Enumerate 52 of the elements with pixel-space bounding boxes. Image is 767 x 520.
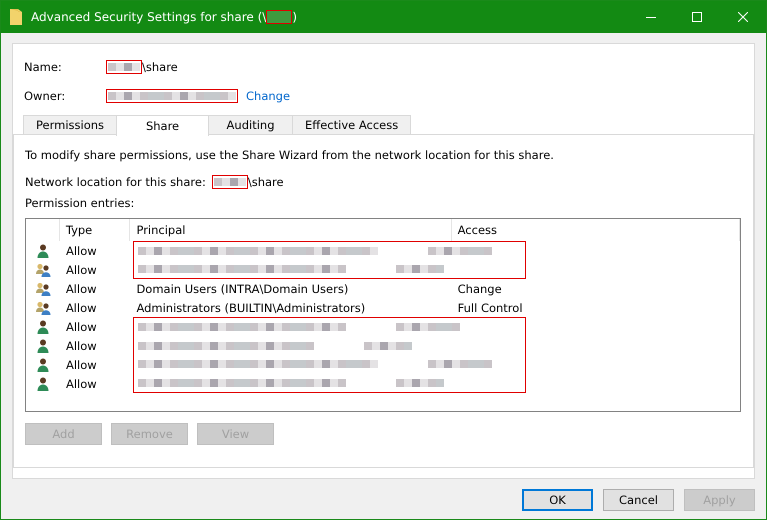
type-cell-text: Allow: [64, 300, 98, 314]
users-icon: [35, 262, 51, 278]
type-cell-text: Allow: [65, 320, 98, 334]
type-cell-text: Allow: [65, 262, 98, 276]
column-header[interactable]: Access: [452, 219, 740, 241]
type-cell-text: Allow: [65, 244, 98, 258]
name-value: \share: [142, 60, 178, 74]
info-text: To modify share permissions, use the Share Wizard from the network location for this share.: [25, 148, 555, 164]
change-link[interactable]: Change: [246, 89, 290, 103]
tab[interactable]: Effective Access: [292, 115, 412, 135]
permission-row[interactable]: Allow Domain Users (INTRA\Domain Users) Change: [26, 279, 740, 298]
redacted-blur: [428, 247, 492, 255]
principal-cell-text: Domain Users (INTRA\Domain Users): [135, 282, 350, 296]
close-icon: [738, 12, 748, 22]
redacted-blur: [396, 265, 444, 273]
users-icon: [34, 280, 51, 296]
type-cell-text: Allow: [64, 282, 98, 296]
column-header[interactable]: Principal: [130, 219, 452, 241]
redacted-blur: [428, 360, 492, 368]
network-location-value: \share: [248, 175, 284, 189]
minimize-icon: [646, 16, 656, 18]
type-cell-text: Allow: [65, 376, 98, 390]
maximize-icon: [692, 12, 702, 22]
user-icon: [36, 318, 50, 334]
name-label: Name:: [24, 60, 63, 74]
redacted-blur: [108, 63, 140, 71]
tab[interactable]: Permissions: [23, 115, 118, 135]
tab[interactable]: Share: [116, 115, 210, 136]
type-cell-text: Allow: [65, 358, 98, 372]
type-cell-text: Allow: [65, 338, 98, 352]
user-icon: [36, 338, 50, 354]
network-location-label: Network location for this share:: [25, 175, 206, 189]
user-icon: [36, 376, 50, 392]
user-icon: [36, 242, 50, 258]
redacted-blur: [364, 342, 412, 350]
redacted-blur: [396, 323, 460, 332]
user-icon: [36, 356, 50, 372]
owner-label: Owner:: [24, 89, 66, 103]
entries-label: Permission entries:: [25, 196, 136, 212]
access-cell-text: Change: [456, 282, 503, 296]
redacted-blur: [214, 178, 246, 186]
redacted-blur: [396, 378, 444, 387]
dialog-button[interactable]: OK: [522, 489, 593, 511]
principal-cell-text: Administrators (BUILTIN\Administrators): [135, 300, 366, 314]
permission-row[interactable]: Allow Administrators (BUILTIN\Administrators) Full Control: [26, 298, 740, 317]
access-cell-text: Full Control: [456, 300, 524, 314]
folder-icon: [9, 8, 23, 26]
users-icon: [34, 300, 51, 316]
dialog-button[interactable]: Cancel: [603, 489, 674, 511]
window-title: Advanced Security Settings for share (\ ): [31, 10, 298, 24]
tab[interactable]: Auditing: [208, 115, 294, 135]
column-header[interactable]: Type: [60, 219, 130, 241]
